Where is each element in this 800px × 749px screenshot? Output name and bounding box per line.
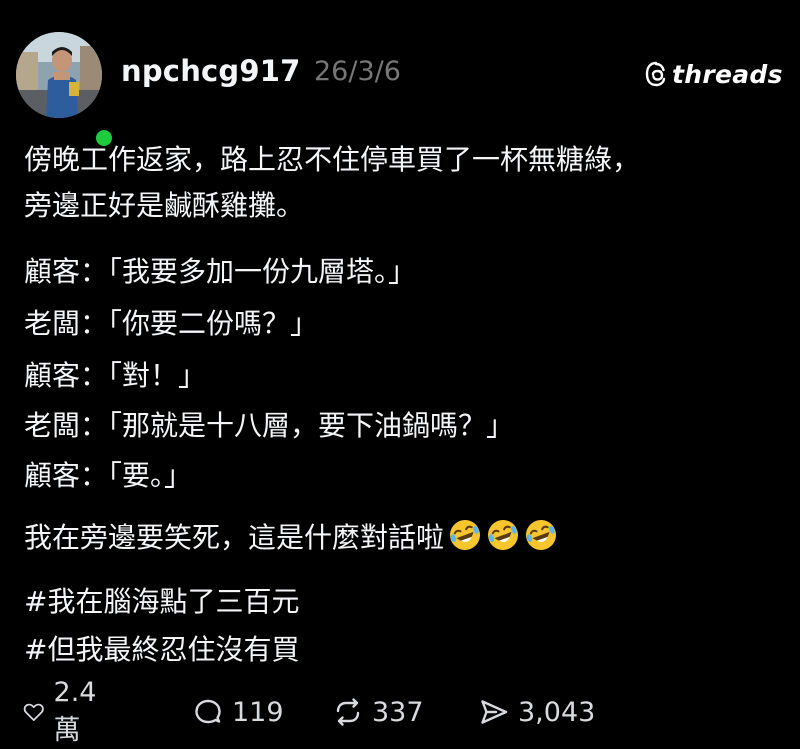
dialogue-line: 顧客：「對！」 bbox=[24, 359, 207, 392]
like-count: 2.4萬 bbox=[53, 677, 97, 746]
like-button[interactable]: 2.4萬 bbox=[22, 677, 105, 746]
hashtag-link[interactable]: #但我最終忍住沒有買 bbox=[24, 630, 299, 670]
hashtag-link[interactable]: #我在腦海點了三百元 bbox=[24, 582, 299, 622]
comment-bubble-icon bbox=[195, 699, 221, 724]
share-button[interactable]: 3,043 bbox=[478, 690, 595, 734]
post-text-line: 旁邊正好是鹹酥雞攤。 bbox=[24, 189, 305, 222]
repost-icon bbox=[336, 698, 360, 726]
laughing-emoji-icon bbox=[444, 520, 482, 554]
repost-count: 337 bbox=[372, 696, 424, 728]
heart-icon bbox=[23, 703, 44, 721]
comment-line: 我在旁邊要笑死，這是什麼對話啦 bbox=[24, 518, 558, 558]
laughing-emoji-icon bbox=[520, 520, 558, 554]
dialogue-line: 老闆：「你要二份嗎？」 bbox=[24, 307, 319, 340]
repost-button[interactable]: 337 bbox=[332, 690, 424, 734]
avatar-container[interactable] bbox=[16, 32, 116, 150]
laughing-emoji-icon bbox=[482, 520, 520, 554]
username[interactable]: npchcg917 bbox=[121, 54, 301, 88]
share-count: 3,043 bbox=[518, 696, 596, 728]
send-icon bbox=[481, 700, 508, 724]
reply-count: 119 bbox=[232, 696, 284, 728]
threads-icon bbox=[645, 61, 666, 87]
threads-logo: threads bbox=[644, 58, 783, 90]
dialogue-line: 顧客：「要。」 bbox=[24, 459, 193, 492]
dialogue-line: 老闆：「那就是十八層，要下油鍋嗎？」 bbox=[24, 409, 515, 442]
reply-button[interactable]: 119 bbox=[192, 690, 284, 734]
brand-name: threads bbox=[672, 59, 783, 89]
post-date: 26/3/6 bbox=[314, 56, 401, 87]
avatar[interactable] bbox=[16, 32, 102, 118]
comment-text: 我在旁邊要笑死，這是什麼對話啦 bbox=[24, 521, 445, 554]
post-text-line: 傍晚工作返家，路上忍不住停車買了一杯無糖綠， bbox=[24, 143, 641, 176]
dialogue-line: 顧客：「我要多加一份九層塔。」 bbox=[24, 255, 417, 288]
post-header: npchcg917 26/3/6 threads bbox=[0, 0, 800, 150]
avatar-photo bbox=[16, 32, 102, 118]
